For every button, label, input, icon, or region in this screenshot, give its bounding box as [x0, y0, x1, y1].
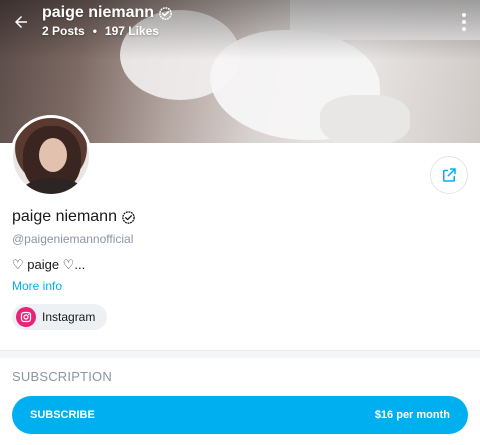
more-vertical-icon — [462, 13, 466, 17]
more-options-button[interactable] — [456, 10, 472, 34]
section-divider — [0, 350, 480, 358]
share-button[interactable] — [430, 156, 468, 194]
more-info-link[interactable]: More info — [12, 279, 62, 293]
verified-badge-icon — [159, 6, 172, 20]
header-info: paige niemann 2 Posts • 197 Likes — [42, 4, 173, 38]
back-button[interactable] — [8, 9, 34, 35]
instagram-link[interactable]: Instagram — [12, 304, 108, 330]
stats-separator: • — [92, 24, 97, 38]
posts-count: 2 Posts — [42, 24, 85, 38]
header-stats: 2 Posts • 197 Likes — [42, 24, 173, 38]
likes-count: 197 Likes — [104, 24, 159, 38]
subscription-heading: SUBSCRIPTION — [12, 369, 112, 384]
subscription-price: $16 per month — [374, 409, 450, 421]
back-arrow-icon — [15, 16, 27, 28]
verified-badge-icon — [122, 210, 135, 224]
instagram-icon — [16, 307, 36, 327]
share-icon — [443, 168, 456, 182]
instagram-label: Instagram — [42, 310, 96, 324]
avatar[interactable] — [10, 115, 92, 197]
header-name: paige niemann — [42, 4, 155, 21]
profile-name-row: paige niemann — [12, 208, 136, 226]
subscribe-button[interactable]: SUBSCRIBE $16 per month — [12, 396, 468, 434]
profile-name: paige niemann — [12, 208, 117, 225]
subscribe-label: SUBSCRIBE — [30, 409, 95, 421]
profile-bio: ♡ paige ♡... — [12, 257, 86, 272]
profile-handle: @paigeniemannofficial — [12, 232, 134, 246]
